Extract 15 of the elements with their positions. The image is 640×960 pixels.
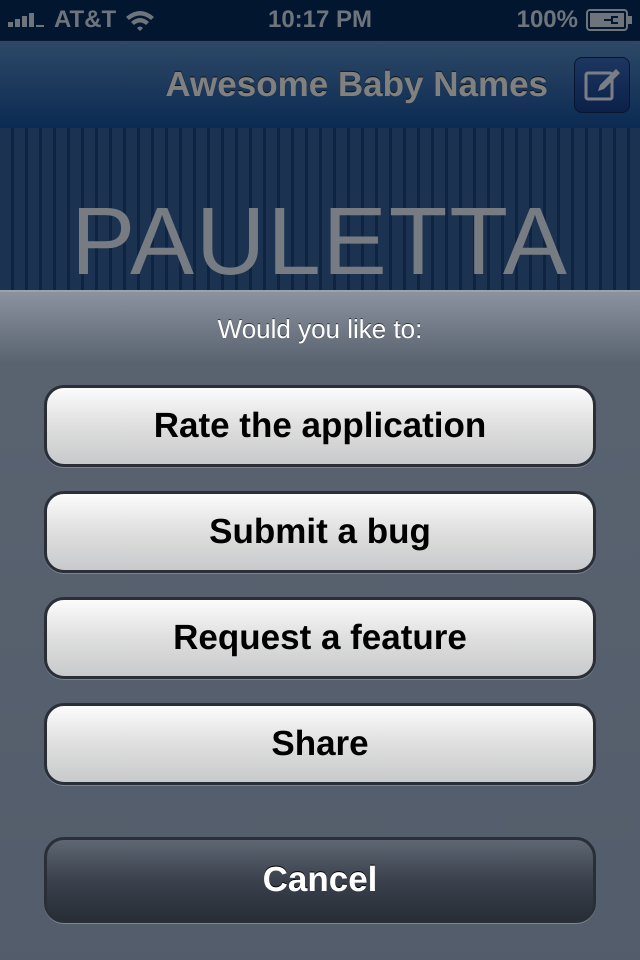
clock-time: 10:17 PM [268,6,372,34]
compose-button[interactable] [574,56,630,112]
signal-icon [8,13,46,27]
cancel-button[interactable]: Cancel [44,837,596,923]
battery-percentage: 100% [516,6,578,34]
action-button[interactable]: Share [44,703,596,785]
action-button[interactable]: Rate the application [44,385,596,467]
carrier-name: AT&T [54,6,116,34]
battery-charging-icon [586,9,632,31]
action-button[interactable]: Submit a bug [44,491,596,573]
action-button[interactable]: Request a feature [44,597,596,679]
wifi-icon [124,9,156,31]
nav-title: Awesome Baby Names [165,64,548,104]
baby-name: PAULETTA [71,194,569,290]
sheet-title: Would you like to: [218,314,422,345]
